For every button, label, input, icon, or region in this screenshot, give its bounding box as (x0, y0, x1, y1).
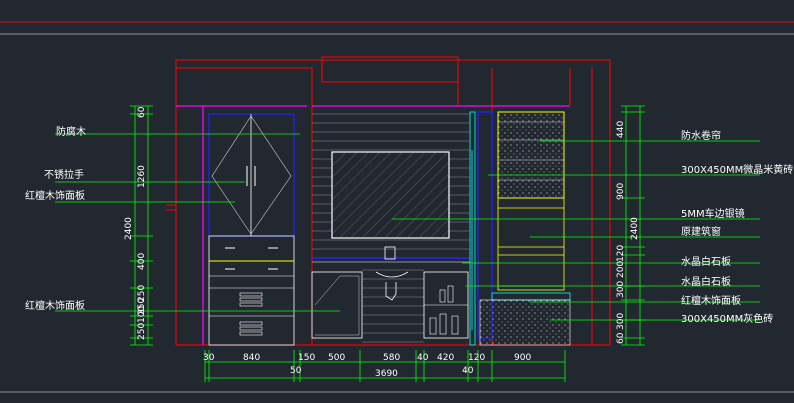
dim-bottom-8: 900 (514, 353, 531, 363)
dim-bottom-1: 840 (243, 353, 260, 363)
dim-right-0: 440 (616, 121, 626, 138)
dim-right-3: 200 (616, 261, 626, 278)
dim-bottom-2: 150 (298, 353, 315, 363)
dim-left-0: 60 (137, 106, 147, 118)
dim-right-total: 2400 (630, 217, 640, 240)
label-anti-corrosion-wood: 防腐木 (56, 125, 86, 138)
label-sandalwood-panel-lower: 红檀木饰面板 (25, 299, 85, 312)
dim-bottom-0: 30 (203, 353, 215, 363)
dim-right-4: 300 (616, 281, 626, 298)
window-column (479, 111, 571, 346)
dim-total: 3690 (375, 369, 398, 379)
label-waterproof-blind: 防水卷帘 (681, 129, 721, 142)
dim-right-5: 300 (616, 313, 626, 330)
dims-left: 60 1260 400 250 250 100 250 2400 (124, 106, 147, 340)
dim-bottom-5: 40 (417, 353, 429, 363)
dim-bottom-row2-1: 40 (462, 366, 474, 376)
dim-right-2: 120 (616, 245, 626, 262)
leader-lines (55, 106, 760, 379)
label-sandalwood-panel-upper: 红檀木饰面板 (25, 189, 85, 202)
cad-elevation-drawing: 防腐木 不锈拉手 红檀木饰面板 红檀木饰面板 防水卷帘 300X450MM微晶米… (0, 21, 794, 393)
dim-left-6: 250 (137, 323, 147, 340)
dim-bottom-6: 420 (437, 353, 454, 363)
dim-bottom-7: 120 (468, 353, 485, 363)
dim-left-2: 400 (137, 253, 147, 270)
label-marble-board-2: 水晶白石板 (681, 275, 731, 288)
dim-bottom-row2-0: 50 (290, 366, 302, 376)
label-crystal-brick: 300X450MM微晶米黄砖 (681, 163, 793, 176)
dim-right-6: 60 (616, 332, 626, 344)
label-sandalwood-panel-right: 红檀木饰面板 (681, 294, 741, 307)
dim-left-5: 100 (137, 306, 147, 323)
dim-right-1: 900 (616, 183, 626, 200)
label-marble-board-1: 水晶白石板 (681, 255, 731, 268)
dim-left-total: 2400 (124, 217, 134, 240)
dim-left-1: 1260 (137, 165, 147, 188)
mirror-wall (311, 111, 493, 346)
label-beveled-mirror: 5MM车边银镜 (681, 207, 745, 220)
label-grey-brick: 300X450MM灰色砖 (681, 312, 773, 325)
tall-cabinet (208, 113, 295, 346)
dims-right: 440 900 120 200 300 300 60 2400 (616, 121, 640, 344)
dim-bottom-4: 580 (383, 353, 400, 363)
label-stainless-handle: 不锈拉手 (44, 168, 84, 181)
dim-bottom-3: 500 (328, 353, 345, 363)
label-original-window: 原建筑窗 (681, 225, 721, 238)
